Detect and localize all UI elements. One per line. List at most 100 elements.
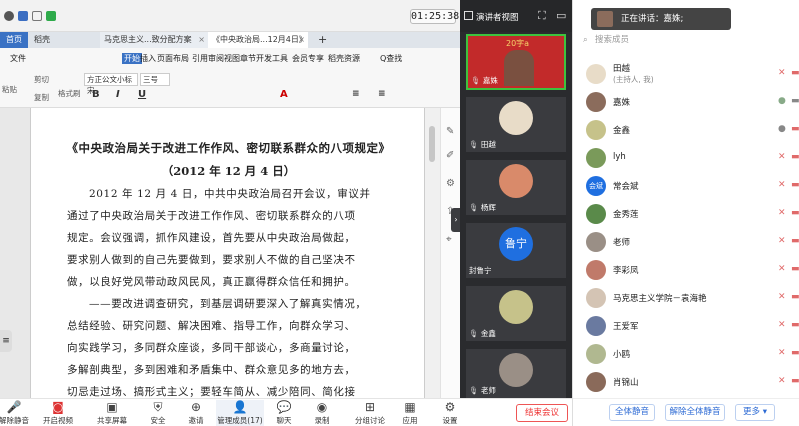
mic-muted-icon[interactable]: ✕ <box>778 152 786 162</box>
menu-home[interactable]: 开始 <box>122 53 142 64</box>
mic-muted-icon[interactable]: ✕ <box>778 376 786 386</box>
mic-on-icon[interactable]: ● <box>778 124 786 134</box>
camera-off-icon[interactable]: ▬ <box>791 320 799 330</box>
adjust-icon[interactable]: ⚙ <box>446 178 455 189</box>
menu-references[interactable]: 引用 <box>192 53 208 64</box>
mic-muted-icon[interactable]: ✕ <box>778 264 786 274</box>
close-icon[interactable]: × <box>298 32 305 48</box>
participant-row[interactable]: 李彩凤 ✕ ▬ <box>573 256 799 284</box>
scrollbar-thumb[interactable] <box>429 126 435 162</box>
participant-row[interactable]: 小鸥 ✕ ▬ <box>573 340 799 368</box>
format-painter-button[interactable]: 格式刷 <box>58 88 81 99</box>
tab-daoke[interactable]: 稻壳 <box>30 32 100 48</box>
camera-off-icon[interactable]: ▬ <box>791 152 799 162</box>
camera-off-icon[interactable]: ▬ <box>791 124 799 134</box>
camera-off-icon[interactable]: ▬ <box>791 376 799 386</box>
copy-button[interactable]: 复制 <box>34 92 49 103</box>
cut-button[interactable]: 剪切 <box>34 74 49 85</box>
participant-row[interactable]: 金秀莲 ✕ ▬ <box>573 200 799 228</box>
mic-muted-icon[interactable]: ✕ <box>778 236 786 246</box>
video-tile-speaker[interactable]: 20字a 🎙 嘉姝 <box>466 34 566 90</box>
mic-muted-icon[interactable]: ✕ <box>778 180 786 190</box>
video-tile[interactable]: 鲁宁 封鲁宁 <box>466 223 566 278</box>
underline-icon[interactable]: U <box>138 89 146 100</box>
participant-row[interactable]: 肖锦山 ✕ ▬ <box>573 368 799 396</box>
video-tile[interactable]: 🎙 老师 <box>466 349 566 398</box>
menu-devtools[interactable]: 开发工具 <box>256 53 288 64</box>
menu-view[interactable]: 视图 <box>224 53 240 64</box>
camera-off-icon[interactable]: ▬ <box>791 236 799 246</box>
mic-muted-icon[interactable]: ✕ <box>778 320 786 330</box>
font-size-select[interactable]: 三号 <box>140 73 170 86</box>
mic-muted-icon[interactable]: ✕ <box>778 68 786 78</box>
camera-off-icon[interactable]: ▬ <box>791 264 799 274</box>
participant-row[interactable]: 田越 (主持人, 我) ✕ ▬ <box>573 60 799 88</box>
mic-muted-icon[interactable]: ✕ <box>778 208 786 218</box>
left-panel-toggle[interactable]: ≡ <box>0 330 12 352</box>
settings-button[interactable]: ⚙ 设置 <box>430 400 470 426</box>
camera-off-icon[interactable]: ▬ <box>791 68 799 78</box>
tab-active-doc[interactable]: 《中央政治局...12月4日》 × <box>208 32 308 48</box>
share-screen-button[interactable]: ▣ 共享屏幕 <box>92 400 132 426</box>
mic-muted-icon[interactable]: ✕ <box>778 348 786 358</box>
participant-row[interactable]: 金鑫 ● ▬ <box>573 116 799 144</box>
menu-file[interactable]: 文件 <box>10 53 26 64</box>
invite-button[interactable]: ⊕ 邀请 <box>176 400 216 426</box>
unmute-button[interactable]: 🎤 解除静音 <box>0 400 34 426</box>
start-video-button[interactable]: ◙ 开启视频 <box>38 400 78 426</box>
menu-chapter[interactable]: 章节 <box>240 53 256 64</box>
menu-insert[interactable]: 插入 <box>140 53 156 64</box>
video-tile[interactable]: 🎙 杨辉 <box>466 160 566 215</box>
camera-off-icon[interactable]: ▬ <box>791 348 799 358</box>
close-icon[interactable]: × <box>198 32 205 48</box>
apps-button[interactable]: ▦ 应用 <box>390 400 430 426</box>
bold-icon[interactable]: B <box>92 89 100 100</box>
camera-off-icon[interactable]: ▬ <box>791 292 799 302</box>
tab-allocation-doc[interactable]: 马克思主义...致分配方案 × <box>100 32 208 48</box>
vertical-scrollbar[interactable] <box>425 108 440 398</box>
member-search[interactable]: ⌕ 搜索成员 <box>581 32 791 48</box>
document-page[interactable]: 《中央政治局关于改进工作作风、密切联系群众的八项规定》 （2012 年 12 月… <box>30 108 425 398</box>
record-button[interactable]: ◉ 录制 <box>302 400 342 426</box>
menu-review[interactable]: 审阅 <box>208 53 224 64</box>
italic-icon[interactable]: I <box>116 89 120 100</box>
video-tile[interactable]: 🎙 田越 <box>466 97 566 152</box>
camera-off-icon[interactable]: ▬ <box>791 208 799 218</box>
camera-on-icon[interactable]: ▬ <box>791 96 799 106</box>
chat-button[interactable]: 💬 聊天 <box>264 400 304 426</box>
participant-row[interactable]: 老师 ✕ ▬ <box>573 228 799 256</box>
more-button[interactable]: 更多 ▾ <box>735 404 775 421</box>
participant-row[interactable]: lyh ✕ ▬ <box>573 144 799 172</box>
menu-layout[interactable]: 页面布局 <box>157 53 189 64</box>
font-color-icon[interactable]: A <box>280 89 288 100</box>
mute-all-button[interactable]: 全体静音 <box>609 404 655 421</box>
view-mode-select[interactable]: 演讲者视图 <box>476 11 519 23</box>
fullscreen-icon[interactable]: ⛶ <box>538 9 546 23</box>
select-icon[interactable]: ✎ <box>446 126 454 137</box>
mic-muted-icon[interactable]: ✕ <box>778 292 786 302</box>
minimize-icon[interactable]: ▭ <box>556 9 566 22</box>
mic-on-icon[interactable]: ● <box>778 96 786 106</box>
tab-home[interactable]: 首页 <box>0 32 28 48</box>
participant-row[interactable]: 王爱军 ✕ ▬ <box>573 312 799 340</box>
participant-row[interactable]: 会斌 常会斌 ✕ ▬ <box>573 172 799 200</box>
new-tab-button[interactable]: + <box>314 32 330 48</box>
security-button[interactable]: ⛨ 安全 <box>138 400 178 426</box>
font-name-select[interactable]: 方正公文小标宋 <box>84 73 138 95</box>
breakout-button[interactable]: ⊞ 分组讨论 <box>350 400 390 426</box>
menu-daoke-resources[interactable]: 稻壳资源 <box>328 53 360 64</box>
pen-icon[interactable]: ✐ <box>446 150 454 161</box>
align-center-icon[interactable]: ≡ <box>352 89 360 99</box>
unmute-all-button[interactable]: 解除全体静音 <box>665 404 725 421</box>
menu-search[interactable]: Q查找 <box>380 53 402 64</box>
paste-button[interactable]: 粘贴 <box>2 84 17 95</box>
video-tile[interactable]: 🎙 金鑫 <box>466 286 566 341</box>
align-right-icon[interactable]: ≡ <box>378 89 386 99</box>
camera-off-icon[interactable]: ▬ <box>791 180 799 190</box>
manage-members-button[interactable]: 👤 管理成员(17) <box>216 400 264 426</box>
participant-row[interactable]: 马克思主义学院－袁海艳 ✕ ▬ <box>573 284 799 312</box>
location-icon[interactable]: ⌖ <box>446 234 452 245</box>
grid-view-icon[interactable] <box>464 11 473 20</box>
end-meeting-button[interactable]: 结束会议 <box>516 404 568 422</box>
participant-row[interactable]: 嘉姝 ● ▬ <box>573 88 799 116</box>
